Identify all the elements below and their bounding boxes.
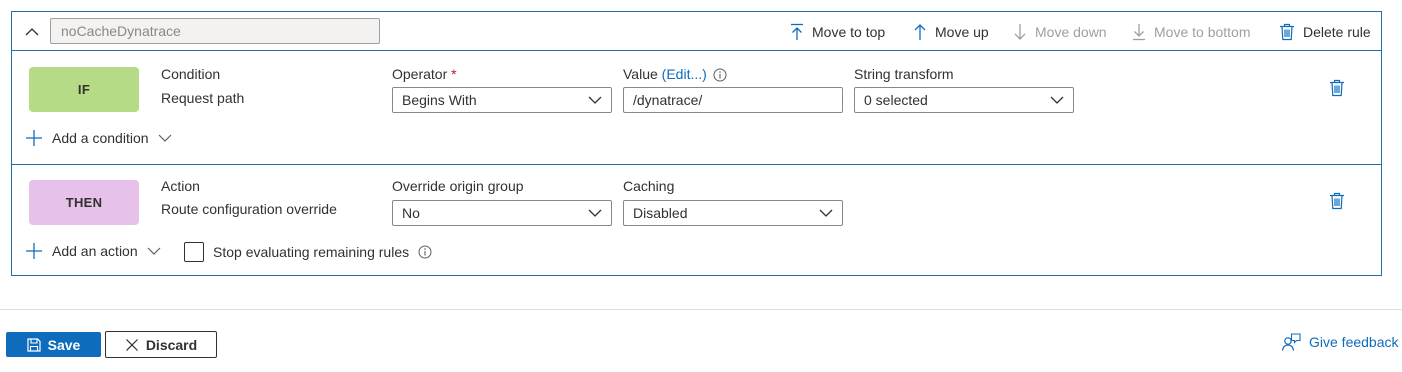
discard-button[interactable]: Discard [105,331,217,358]
add-action-label: Add an action [52,243,138,259]
condition-label: Condition [161,66,221,82]
give-feedback-link[interactable]: Give feedback [1281,333,1399,351]
plus-icon [26,243,42,259]
chevron-down-icon [158,134,171,142]
move-up-button[interactable]: Move up [913,21,989,43]
override-origin-group-dropdown[interactable]: No [392,200,612,226]
string-transform-dropdown[interactable]: 0 selected [854,87,1074,113]
chevron-down-icon [1050,96,1064,104]
info-icon[interactable] [713,68,727,82]
feedback-person-icon [1281,333,1301,351]
move-to-bottom-icon [1133,24,1145,41]
rule-name-input[interactable] [50,18,380,44]
move-to-top-label: Move to top [812,24,886,40]
footer-divider [0,309,1402,310]
delete-rule-label: Delete rule [1303,24,1371,40]
action-value: Route configuration override [161,201,337,217]
if-section: IF Condition Request path Operator * Beg… [12,52,1381,165]
info-icon[interactable] [418,245,432,259]
caching-dropdown[interactable]: Disabled [623,200,843,226]
operator-dropdown[interactable]: Begins With [392,87,612,113]
move-to-top-button[interactable]: Move to top [790,21,885,43]
then-badge: THEN [29,180,139,225]
value-label-text: Value [623,66,658,82]
action-label: Action [161,178,200,194]
move-down-button[interactable]: Move down [1013,21,1107,43]
trash-icon [1280,23,1294,41]
add-condition-button[interactable]: Add a condition [25,129,172,147]
rule-header: Move to top Move up Move down Move to bo… [12,12,1381,51]
required-mark: * [451,66,457,82]
move-to-bottom-label: Move to bottom [1154,24,1251,40]
save-label: Save [47,336,81,353]
chevron-down-icon [147,247,161,255]
caching-selected-value: Disabled [633,205,688,221]
discard-label: Discard [145,336,198,353]
delete-rule-button[interactable]: Delete rule [1279,21,1371,43]
operator-label: Operator * [392,66,457,82]
collapse-chevron-up-icon[interactable] [22,22,42,42]
rule-card: Move to top Move up Move down Move to bo… [11,11,1382,276]
move-to-top-icon [791,23,803,40]
value-input[interactable] [623,87,843,113]
arrow-up-icon [914,24,926,40]
plus-icon [26,130,42,146]
add-condition-label: Add a condition [52,130,149,146]
move-to-bottom-button[interactable]: Move to bottom [1132,21,1251,43]
move-up-label: Move up [935,24,989,40]
operator-label-text: Operator [392,66,448,82]
arrow-down-icon [1014,24,1026,40]
condition-value: Request path [161,90,245,106]
delete-condition-trash-icon[interactable] [1329,79,1345,97]
delete-action-trash-icon[interactable] [1329,192,1345,210]
override-origin-group-selected-value: No [402,205,420,221]
string-transform-selected-value: 0 selected [864,92,928,108]
value-label: Value (Edit...) [623,66,727,82]
caching-label: Caching [623,178,675,194]
string-transform-label: String transform [854,66,954,82]
chevron-down-icon [588,209,602,217]
chevron-down-icon [588,96,602,104]
give-feedback-label: Give feedback [1309,334,1399,350]
chevron-down-icon [819,209,833,217]
operator-selected-value: Begins With [402,92,477,108]
stop-evaluating-option: Stop evaluating remaining rules [184,242,432,262]
stop-evaluating-checkbox[interactable] [184,242,204,262]
if-badge: IF [29,67,139,112]
add-action-button[interactable]: Add an action [25,242,161,260]
move-down-label: Move down [1035,24,1107,40]
value-edit-link[interactable]: (Edit...) [662,66,707,82]
save-icon [27,337,41,352]
then-section: THEN Action Route configuration override… [12,165,1381,276]
save-button[interactable]: Save [6,332,101,357]
close-icon [125,338,138,351]
stop-evaluating-label[interactable]: Stop evaluating remaining rules [213,244,409,260]
override-origin-group-label: Override origin group [392,178,524,194]
